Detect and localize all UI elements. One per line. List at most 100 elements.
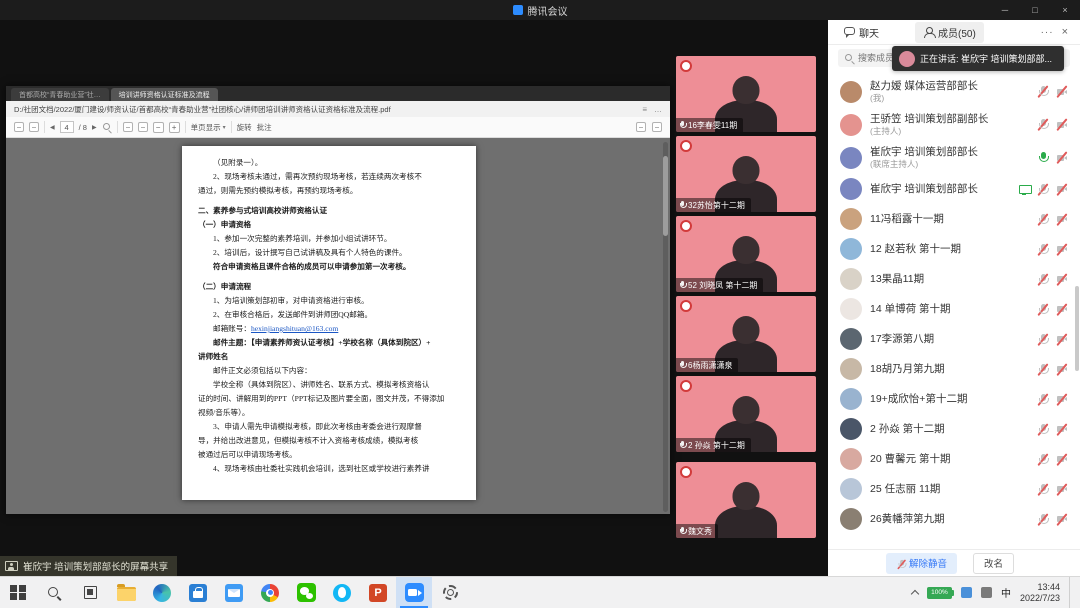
print-icon[interactable] <box>29 122 39 132</box>
camera-off-icon <box>1056 243 1068 256</box>
rotate-button[interactable]: 旋转 <box>237 122 252 133</box>
annotate-button[interactable]: 批注 <box>257 122 272 133</box>
battery-indicator[interactable]: 100% <box>927 587 952 599</box>
member-row[interactable]: 11冯稻露十一期 <box>828 204 1080 234</box>
zoom-in-button[interactable]: + <box>169 122 180 133</box>
wechat-button[interactable] <box>288 577 324 608</box>
video-tile[interactable]: 52 刘晓凤 第十二期 <box>676 216 816 292</box>
member-list: 赵力嫒 媒体运营部部长(我) 王骄笠 培训策划部副部长(主持人) 崔欣宇 培训策… <box>828 71 1080 549</box>
chrome-button[interactable] <box>252 577 288 608</box>
chat-icon <box>844 27 855 38</box>
doc-line: 导，并给出改进意见，但模拟考核不计入资格考核成绩，模拟考核 <box>198 434 462 448</box>
video-tile[interactable]: 6杨雨潇潇泉 <box>676 296 816 372</box>
select-tool-icon[interactable] <box>138 122 148 132</box>
member-row[interactable]: 17李源第八期 <box>828 324 1080 354</box>
save-icon[interactable] <box>14 122 24 132</box>
taskbar-clock[interactable]: 13:44 2022/7/23 <box>1020 582 1060 604</box>
store-button[interactable] <box>180 577 216 608</box>
ime-indicator[interactable]: 中 <box>1001 585 1011 600</box>
participant-name: 2 孙焱 第十二期 <box>688 440 745 451</box>
tray-expand-icon[interactable] <box>911 590 919 598</box>
onedrive-tray-icon[interactable] <box>961 587 972 598</box>
edge-button[interactable] <box>144 577 180 608</box>
file-path: D:/社团文档/2022/厦门建设/师资认证/首都高校“青春助业营”社团核心/讲… <box>14 104 391 115</box>
panel-more-button[interactable]: ··· <box>1035 27 1060 38</box>
rename-button[interactable]: 改名 <box>973 553 1014 574</box>
taskbar-search-button[interactable] <box>36 577 72 608</box>
member-row[interactable]: 19+成欣怡+第十二期 <box>828 384 1080 414</box>
next-page-button[interactable]: ▶ <box>92 124 97 131</box>
settings-button[interactable] <box>432 577 468 608</box>
members-scrollbar[interactable] <box>1075 286 1079 371</box>
member-row[interactable]: 26黄幡萍第九期 <box>828 504 1080 534</box>
file-explorer-button[interactable] <box>108 577 144 608</box>
member-row[interactable]: 25 任志丽 11期 <box>828 474 1080 504</box>
member-row[interactable]: 崔欣宇 培训策划部部长 <box>828 174 1080 204</box>
menu-icon[interactable]: ≡ <box>642 105 647 114</box>
edge-icon <box>153 584 171 602</box>
member-row[interactable]: 王骄笠 培训策划部副部长(主持人) <box>828 108 1080 141</box>
search-icon <box>47 586 61 600</box>
video-tile[interactable]: 魏文秀 <box>676 462 816 538</box>
member-row[interactable]: 崔欣宇 培训策划部部长(联席主持人) <box>828 141 1080 174</box>
search-icon[interactable] <box>102 122 112 132</box>
member-row[interactable]: 13果晶11期 <box>828 264 1080 294</box>
mail-button[interactable] <box>216 577 252 608</box>
video-tile[interactable]: 32苏怡第十二期 <box>676 136 816 212</box>
view-mode-dropdown[interactable]: 单页显示 ▾ <box>191 122 226 133</box>
speaking-toast: 正在讲话: 崔欣宇 培训策划部部... <box>892 46 1064 71</box>
avatar <box>840 81 862 103</box>
member-role: (联席主持人) <box>870 158 1029 170</box>
doc-line: 1、为培训策划部初审，对申请资格进行审核。 <box>198 294 462 308</box>
member-row[interactable]: 18胡乃月第九期 <box>828 354 1080 384</box>
pdf-scrollbar[interactable] <box>663 142 668 512</box>
video-tile[interactable]: 16李春雯11期 <box>676 56 816 132</box>
club-logo-icon <box>680 300 692 312</box>
more-icon[interactable]: … <box>654 105 662 114</box>
unmute-button[interactable]: 解除静音 <box>886 553 957 574</box>
tencent-meeting-button[interactable] <box>396 577 432 608</box>
start-button[interactable] <box>0 577 36 608</box>
maximize-button[interactable]: □ <box>1020 0 1050 20</box>
highlight-icon[interactable] <box>636 122 646 132</box>
mic-muted-icon <box>1037 85 1049 98</box>
member-row[interactable]: 赵力嫒 媒体运营部部长(我) <box>828 75 1080 108</box>
prev-page-button[interactable]: ◀ <box>50 124 55 131</box>
hand-tool-icon[interactable] <box>123 122 133 132</box>
camera-off-icon <box>1056 183 1068 196</box>
pdf-tab-active[interactable]: 培训讲师资格认证标准及流程 <box>111 88 218 101</box>
settings-icon[interactable] <box>652 122 662 132</box>
member-row[interactable]: 12 赵若秋 第十一期 <box>828 234 1080 264</box>
member-row[interactable]: 2 孙焱 第十二期 <box>828 414 1080 444</box>
doc-line: （见附录一）。 <box>198 156 462 170</box>
tab-chat[interactable]: 聊天 <box>836 22 887 43</box>
avatar <box>840 298 862 320</box>
zoom-out-button[interactable]: − <box>153 122 164 133</box>
close-button[interactable]: × <box>1050 0 1080 20</box>
screen-share-area: 首都高校“青春助业营”社… 培训讲师资格认证标准及流程 D:/社团文档/2022… <box>0 20 828 576</box>
qq-button[interactable] <box>324 577 360 608</box>
task-view-button[interactable] <box>72 577 108 608</box>
camera-off-icon <box>1056 151 1068 164</box>
mic-muted-icon <box>1037 273 1049 286</box>
camera-off-icon <box>1056 213 1068 226</box>
club-logo-icon <box>680 140 692 152</box>
show-desktop-button[interactable] <box>1069 577 1074 608</box>
panel-footer: 解除静音 改名 <box>828 549 1080 576</box>
task-view-icon <box>84 586 97 599</box>
panel-close-button[interactable]: × <box>1060 26 1072 38</box>
video-tile[interactable]: 2 孙焱 第十二期 <box>676 376 816 452</box>
club-logo-icon <box>680 380 692 392</box>
member-row[interactable]: 14 单博荷 第十期 <box>828 294 1080 324</box>
avatar <box>840 478 862 500</box>
volume-tray-icon[interactable] <box>981 587 992 598</box>
powerpoint-button[interactable] <box>360 577 396 608</box>
email-link[interactable]: hexinjiangshituan@163.com <box>251 324 338 333</box>
doc-heading: （二）申请流程 <box>198 280 462 294</box>
pdf-tab[interactable]: 首都高校“青春助业营”社… <box>11 88 109 101</box>
member-row[interactable]: 20 曹馨元 第十期 <box>828 444 1080 474</box>
doc-line: 邮件正文必须包括以下内容： <box>198 364 462 378</box>
minimize-button[interactable]: ─ <box>990 0 1020 20</box>
tab-members[interactable]: 成员(50) <box>915 22 984 43</box>
page-number-input[interactable]: 4 <box>60 121 74 133</box>
